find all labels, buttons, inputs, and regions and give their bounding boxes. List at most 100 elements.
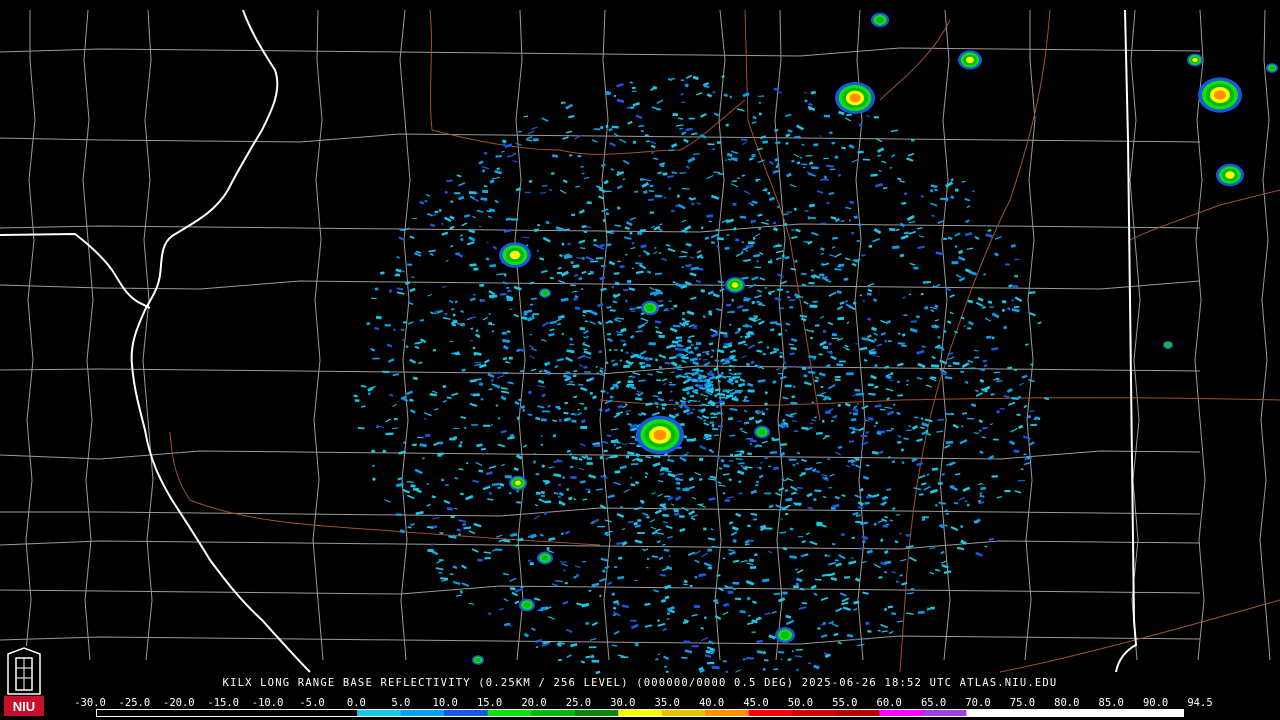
echo-speckle: [402, 321, 408, 324]
echo-speckle: [731, 298, 734, 302]
echo-speckle: [488, 313, 491, 315]
echo-speckle: [722, 345, 728, 349]
echo-speckle: [385, 432, 394, 436]
legend-label: 65.0: [920, 697, 947, 709]
echo-speckle: [535, 491, 541, 495]
echo-speckle: [861, 254, 866, 257]
echo-speckle: [647, 198, 655, 201]
storm-cell: [1192, 57, 1198, 63]
colorbar-segment: [922, 710, 967, 716]
echo-speckle: [734, 380, 739, 383]
echo-speckle: [661, 407, 665, 410]
echo-speckle: [658, 335, 665, 338]
echo-speckle: [826, 201, 830, 204]
echo-speckle: [860, 434, 868, 438]
echo-speckle: [393, 417, 398, 421]
echo-speckle: [556, 271, 562, 275]
echo-speckle: [839, 360, 846, 363]
echo-speckle: [542, 184, 548, 187]
echo-speckle: [794, 259, 798, 263]
echo-speckle: [630, 619, 637, 622]
echo-speckle: [664, 495, 671, 498]
echo-speckle: [623, 289, 629, 292]
echo-speckle: [831, 420, 834, 423]
echo-speckle: [911, 138, 915, 142]
legend-label: 35.0: [654, 697, 680, 709]
echo-speckle: [454, 192, 461, 195]
echo-speckle: [439, 441, 444, 445]
echo-speckle: [726, 234, 730, 236]
echo-speckle: [979, 494, 983, 498]
echo-speckle: [801, 472, 806, 475]
echo-speckle: [616, 333, 621, 336]
echo-speckle: [935, 504, 938, 507]
legend-label: 20.0: [521, 697, 547, 709]
legend-label: 75.0: [1009, 697, 1036, 709]
echo-speckle: [873, 116, 879, 119]
echo-speckle: [906, 429, 912, 431]
echo-speckle: [394, 274, 400, 277]
echo-speckle: [707, 284, 713, 286]
echo-speckle: [869, 351, 877, 355]
echo-speckle: [858, 123, 863, 127]
echo-speckle: [693, 605, 701, 609]
echo-speckle: [483, 151, 488, 155]
echo-speckle: [374, 287, 379, 291]
echo-speckle: [967, 327, 972, 330]
echo-speckle: [772, 221, 777, 225]
echo-speckle: [813, 498, 817, 502]
echo-speckle: [434, 210, 439, 214]
echo-speckle: [709, 421, 715, 424]
echo-speckle: [817, 627, 821, 630]
echo-speckle: [437, 454, 442, 457]
echo-speckle: [765, 407, 769, 411]
echo-speckle: [723, 660, 727, 663]
legend-label: 10.0: [432, 697, 458, 709]
echo-speckle: [555, 405, 560, 409]
echo-speckle: [867, 383, 874, 386]
echo-speckle: [460, 323, 465, 327]
echo-speckle: [626, 412, 629, 416]
echo-speckle: [913, 266, 919, 270]
echo-speckle: [892, 245, 900, 249]
echo-speckle: [834, 559, 839, 561]
echo-speckle: [758, 227, 762, 231]
colorbar-segment: [1140, 710, 1184, 716]
echo-speckle: [630, 483, 636, 487]
legend-label: 0.0: [346, 697, 366, 709]
echo-speckle: [499, 273, 506, 275]
echo-speckle: [728, 369, 732, 371]
echo-speckle: [910, 320, 918, 323]
echo-speckle: [736, 372, 742, 375]
echo-speckle: [484, 556, 491, 560]
logo-text: NIU: [13, 699, 35, 714]
echo-speckle: [727, 586, 733, 589]
echo-speckle: [753, 315, 758, 318]
echo-speckle: [745, 362, 750, 367]
echo-speckle: [645, 364, 651, 367]
echo-speckle: [788, 458, 797, 461]
echo-speckle: [444, 312, 448, 316]
colorbar-segment: [1053, 710, 1098, 716]
echo-speckle: [784, 384, 792, 388]
echo-speckle: [779, 447, 782, 449]
echo-speckle: [372, 357, 380, 360]
echo-speckle: [801, 367, 807, 370]
storm-cell: [849, 93, 861, 103]
echo-speckle: [669, 399, 674, 402]
echo-speckle: [823, 114, 831, 118]
legend-label: -5.0: [299, 697, 325, 709]
echo-speckle: [471, 424, 478, 426]
storm-cell: [542, 290, 548, 296]
echo-speckle: [572, 374, 577, 377]
legend-tick-labels: -30.0 -25.0 -20.0 -15.0 -10.0 -5.0 0.0 5.0 10.0 1…: [74, 697, 1212, 709]
storm-cell: [475, 657, 481, 663]
echo-speckle: [667, 149, 675, 151]
echo-speckle: [561, 101, 566, 104]
echo-speckle: [834, 375, 841, 379]
echo-speckle: [980, 486, 987, 490]
echo-speckle: [477, 558, 483, 562]
echo-speckle: [411, 217, 417, 219]
echo-speckle: [905, 534, 911, 537]
echo-speckle: [708, 372, 715, 376]
